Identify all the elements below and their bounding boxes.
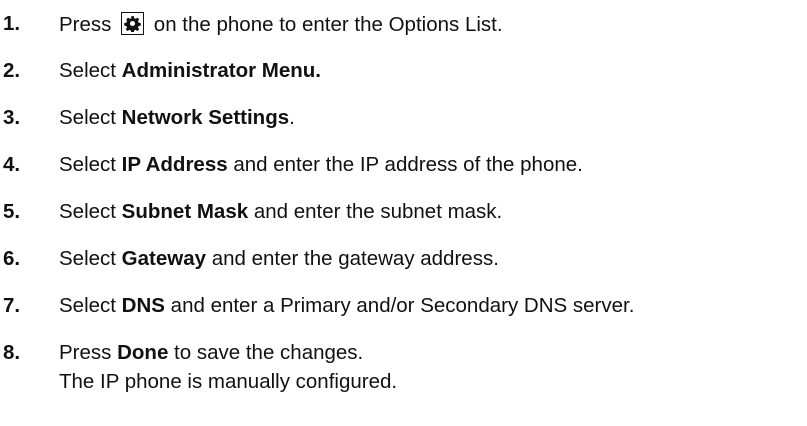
- step-text-pre: Select: [59, 200, 122, 223]
- step-text-before: Press: [59, 13, 118, 36]
- step-text-bold: Gateway: [121, 247, 206, 270]
- step-text: Select Administrator Menu.: [59, 59, 321, 83]
- step-number: 7.: [3, 294, 21, 317]
- step-text-post: and enter the subnet mask.: [248, 200, 503, 223]
- step-text-bold: Network Settings: [121, 106, 290, 129]
- step-text-pre: Select: [59, 247, 122, 270]
- step-text-bold: DNS: [121, 294, 165, 317]
- step-number: 3.: [3, 106, 21, 129]
- step-text: Press Done to save the changes. The IP ph…: [59, 341, 397, 394]
- step-text: Select Gateway and enter the gateway add…: [59, 247, 499, 271]
- step-text-bold: Subnet Mask: [121, 200, 249, 223]
- step-text-post: and enter the gateway address.: [206, 247, 499, 270]
- step-text: Select Network Settings.: [59, 106, 295, 130]
- step-number: 8.: [3, 341, 21, 364]
- step-text-pre: Press: [59, 341, 118, 364]
- step-number: 6.: [3, 247, 21, 270]
- gear-icon: [121, 12, 145, 35]
- step-text-after: on the phone to enter the Options List.: [148, 13, 503, 36]
- step-number: 5.: [3, 200, 21, 223]
- step-text-post: and enter a Primary and/or Secondary DNS…: [164, 294, 635, 317]
- step-text: Select IP Address and enter the IP addre…: [59, 153, 583, 177]
- step-text: Select DNS and enter a Primary and/or Se…: [59, 294, 634, 318]
- step-text-pre: Select: [59, 294, 122, 317]
- step-text-post: to save the changes.: [168, 341, 364, 364]
- step-text-bold: IP Address: [121, 153, 228, 176]
- step-text-pre: Select: [59, 59, 122, 82]
- step-text-pre: Select: [59, 106, 122, 129]
- step-number: 1.: [3, 12, 21, 35]
- step-text-bold: Done: [117, 341, 169, 364]
- step-text: Select Subnet Mask and enter the subnet …: [59, 200, 502, 224]
- step-text: Press on the phone to enter the Options …: [59, 12, 503, 37]
- step-result-text: The IP phone is manually configured.: [59, 370, 398, 393]
- step-text-post: .: [289, 106, 295, 129]
- step-number: 4.: [3, 153, 21, 176]
- step-number: 2.: [3, 59, 21, 82]
- step-text-post: and enter the IP address of the phone.: [227, 153, 583, 176]
- step-text-pre: Select: [59, 153, 122, 176]
- step-text-bold: Administrator Menu.: [121, 59, 321, 82]
- instruction-steps: 1. Press on the phone to enter the Optio…: [0, 0, 807, 426]
